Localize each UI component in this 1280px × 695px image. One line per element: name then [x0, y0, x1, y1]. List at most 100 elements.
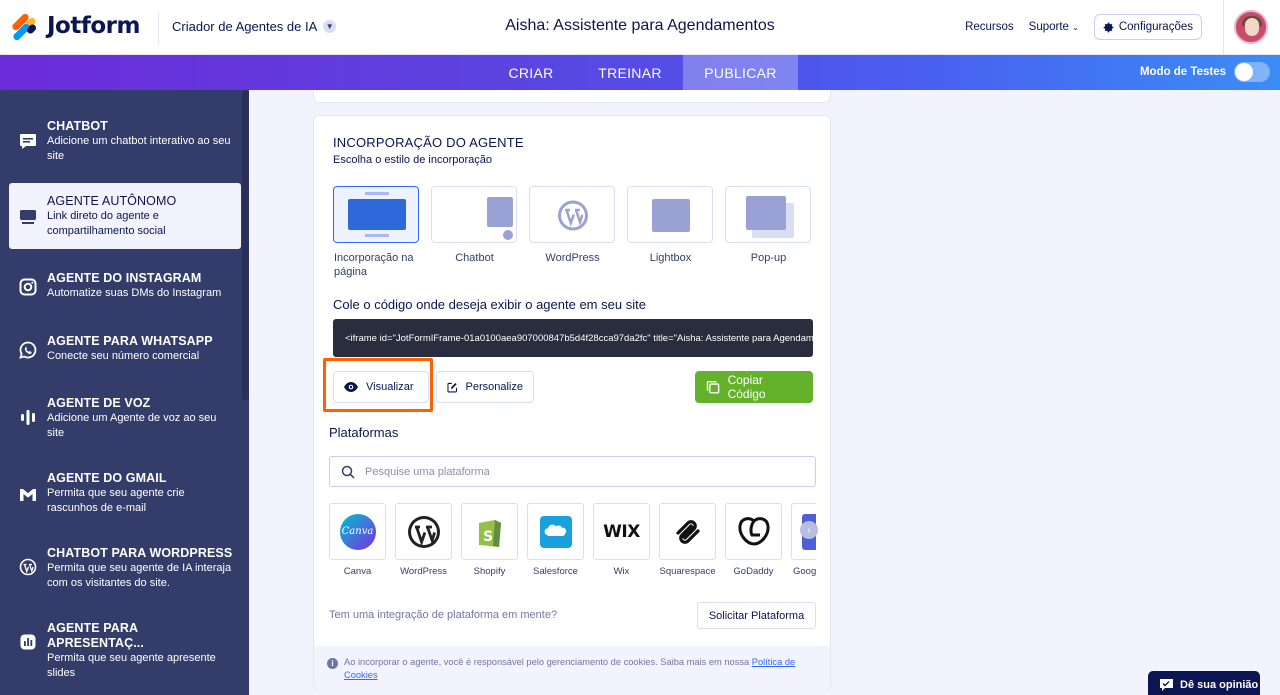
- wix-icon: WIX: [603, 521, 640, 542]
- lightbox-icon: [652, 199, 690, 232]
- chevron-right-icon[interactable]: ›: [800, 521, 818, 539]
- product-switcher-label: Criador de Agentes de IA: [172, 19, 318, 34]
- jotform-logo[interactable]: Jotform: [10, 12, 140, 42]
- sidebar-item-desc: Permita que seu agente apresente slides: [47, 652, 216, 679]
- sidebar-item-desc: Adicione um Agente de voz ao seu site: [47, 412, 217, 439]
- style-option-lightbox[interactable]: Lightbox: [627, 186, 713, 279]
- preview-button[interactable]: Visualizar: [333, 371, 429, 403]
- test-mode-label: Modo de Testes: [1139, 66, 1226, 78]
- instagram-icon: [19, 278, 37, 296]
- gmail-icon: [19, 486, 37, 504]
- cookie-notice-text: Ao incorporar o agente, você é responsáv…: [344, 657, 750, 667]
- platform-shopify[interactable]: S Shopify: [461, 503, 518, 577]
- sidebar-item-title: CHATBOT: [47, 119, 108, 133]
- voice-icon: [19, 408, 37, 426]
- platform-search-input[interactable]: [365, 465, 785, 478]
- presentation-icon: [19, 633, 37, 651]
- sidebar-item-desc: Adicione um chatbot interativo ao seu si…: [47, 135, 231, 162]
- style-label: Chatbot: [455, 252, 494, 264]
- salesforce-icon: [539, 515, 572, 548]
- style-option-wordpress[interactable]: WordPress: [529, 186, 615, 279]
- personalize-label: Personalize: [465, 381, 523, 393]
- shopify-icon: S: [478, 519, 501, 547]
- platform-squarespace[interactable]: Squarespace: [659, 503, 716, 577]
- platform-wix[interactable]: WIX Wix: [593, 503, 650, 577]
- platform-name: Wix: [613, 566, 630, 577]
- tab-treinar[interactable]: TREINAR: [577, 55, 683, 90]
- wordpress-icon: [558, 200, 588, 231]
- platform-name: Squarespace: [659, 566, 716, 577]
- platform-salesforce[interactable]: Salesforce: [527, 503, 584, 577]
- wordpress-icon: [407, 515, 440, 548]
- feedback-button[interactable]: Dê sua opinião: [1148, 671, 1260, 695]
- cookie-notice: i Ao incorporar o agente, você é respons…: [314, 646, 830, 690]
- code-label: Cole o código onde deseja exibir o agent…: [333, 297, 646, 312]
- request-platform-button[interactable]: Solicitar Plataforma: [697, 602, 816, 629]
- platform-canva[interactable]: Canva Canva: [329, 503, 386, 577]
- style-option-popup[interactable]: Pop-up: [725, 186, 811, 279]
- eye-icon: [344, 382, 358, 392]
- top-header: Jotform Criador de Agentes de IA ▼ Aisha…: [0, 0, 1280, 55]
- style-option-inline[interactable]: Incorporação na página: [333, 186, 419, 279]
- canva-icon: Canva: [339, 513, 376, 550]
- search-icon: [341, 465, 355, 479]
- info-icon: i: [327, 658, 338, 669]
- embed-code-box[interactable]: <iframe id="JotFormIFrame-01a0100aea9070…: [333, 319, 813, 357]
- test-mode-toggle[interactable]: [1234, 62, 1270, 82]
- user-avatar[interactable]: [1234, 10, 1268, 44]
- svg-text:S: S: [483, 529, 493, 545]
- divider: [1223, 0, 1224, 55]
- product-switcher[interactable]: Criador de Agentes de IA ▼: [172, 19, 337, 34]
- style-label: WordPress: [545, 252, 600, 264]
- embed-style-options: Incorporação na página Chatbot WordPress…: [333, 186, 811, 279]
- settings-button[interactable]: Configurações: [1093, 14, 1202, 40]
- platform-name: Salesforce: [533, 566, 578, 577]
- sidebar-item-desc: Permita que seu agente de IA interaja co…: [47, 562, 232, 589]
- platform-name: GoDaddy: [733, 566, 774, 577]
- sidebar-item-instagram[interactable]: AGENTE DO INSTAGRAM Automatize suas DMs …: [9, 271, 241, 301]
- chevron-down-icon: ⌄: [1072, 23, 1079, 32]
- feedback-label: Dê sua opinião: [1180, 679, 1259, 691]
- sidebar-item-desc: Conecte seu número comercial: [47, 350, 200, 362]
- platform-godaddy[interactable]: GoDaddy: [725, 503, 782, 577]
- whatsapp-icon: [19, 341, 37, 359]
- platform-search[interactable]: [329, 456, 816, 487]
- godaddy-icon: [737, 516, 770, 546]
- platforms-title: Plataformas: [329, 425, 399, 440]
- platform-wordpress[interactable]: WordPress: [395, 503, 452, 577]
- tab-publicar[interactable]: PUBLICAR: [683, 55, 798, 90]
- sidebar-item-whatsapp[interactable]: AGENTE PARA WHATSAPP Conecte seu número …: [9, 334, 241, 364]
- agent-title[interactable]: Aisha: Assistente para Agendamentos: [505, 17, 775, 34]
- request-platform-text: Tem uma integração de plataforma em ment…: [329, 609, 558, 621]
- platform-name: Shopify: [473, 566, 506, 577]
- sidebar-item-title: AGENTE AUTÔNOMO: [47, 194, 177, 208]
- popup-icon: [746, 196, 794, 238]
- copy-code-button[interactable]: Copiar Código: [695, 371, 813, 403]
- platform-google[interactable]: Goog: [791, 503, 816, 577]
- sidebar-item-voice-agent[interactable]: AGENTE DE VOZ Adicione um Agente de voz …: [9, 396, 241, 440]
- sidebar-item-presentation[interactable]: AGENTE PARA APRESENTAÇ... Permita que se…: [9, 621, 241, 680]
- sidebar-scrollbar[interactable]: [242, 90, 249, 400]
- sidebar-item-gmail[interactable]: AGENTE DO GMAIL Permita que seu agente c…: [9, 471, 241, 515]
- divider: [158, 12, 159, 44]
- inline-embed-icon: [348, 192, 406, 237]
- sidebar-item-title: AGENTE DE VOZ: [47, 396, 151, 410]
- support-label: Suporte: [1028, 21, 1069, 33]
- tab-criar[interactable]: CRIAR: [485, 55, 577, 90]
- style-option-chatbot[interactable]: Chatbot: [431, 186, 517, 279]
- copy-icon: [706, 380, 720, 394]
- sidebar-item-wordpress[interactable]: CHATBOT PARA WORDPRESS Permita que seu a…: [9, 546, 241, 590]
- support-menu[interactable]: Suporte ⌄: [1029, 21, 1079, 33]
- sidebar-item-chatbot[interactable]: CHATBOT Adicione um chatbot interativo a…: [9, 119, 241, 163]
- wordpress-icon: [19, 558, 37, 576]
- platform-name: Goog: [793, 566, 816, 577]
- style-label: Lightbox: [649, 252, 692, 264]
- gear-icon: [1103, 22, 1114, 32]
- chevron-down-icon: ▼: [323, 20, 337, 33]
- resources-link[interactable]: Recursos: [965, 21, 1014, 33]
- sidebar-item-title: AGENTE PARA APRESENTAÇ...: [47, 621, 144, 650]
- copy-code-label: Copiar Código: [727, 373, 766, 401]
- personalize-button[interactable]: Personalize: [436, 371, 534, 403]
- monitor-icon: [19, 208, 37, 226]
- sidebar-item-autonomous-agent[interactable]: AGENTE AUTÔNOMO Link direto do agente e …: [9, 183, 241, 249]
